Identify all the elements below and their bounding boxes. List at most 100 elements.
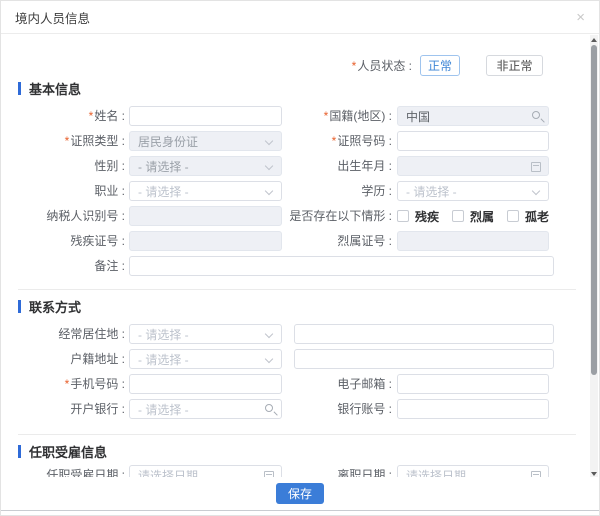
id-number-input-field[interactable] — [406, 134, 540, 148]
form-row: *手机号码 : 电子邮箱 : — [1, 374, 593, 399]
form-row: 开户银行 : - 请选择 - 银行账号 : — [1, 399, 593, 424]
section-bar — [18, 445, 21, 458]
section-employment-title: 任职受雇信息 — [29, 442, 107, 461]
form-row: 户籍地址 : - 请选择 - — [1, 349, 593, 374]
person-status-label: *人员状态 : — [352, 57, 412, 74]
section-employment: 任职受雇信息 — [1, 443, 593, 459]
residence-label: 经常居住地 : — [1, 324, 129, 344]
education-select[interactable]: - 请选择 - — [397, 181, 549, 201]
residence-detail-input[interactable] — [294, 324, 554, 344]
person-status-row: *人员状态 : 正常 非正常 — [1, 55, 593, 76]
martyr-cert-input — [397, 231, 549, 251]
household-select[interactable]: - 请选择 - — [129, 349, 282, 369]
disability-cert-label: 残疾证号 : — [1, 231, 129, 251]
mobile-input[interactable] — [129, 374, 282, 394]
household-detail-input[interactable] — [294, 349, 554, 369]
search-icon[interactable] — [532, 111, 540, 119]
checkbox-elderly[interactable]: 孤老 — [507, 208, 549, 225]
remarks-input-field[interactable] — [138, 259, 545, 273]
form-row: *证照类型 : 居民身份证 *证照号码 : — [1, 131, 593, 156]
special-situations-label: 是否存在以下情形 : — [282, 206, 397, 226]
name-label: *姓名 : — [1, 106, 129, 126]
id-type-label: *证照类型 : — [1, 131, 129, 151]
education-label: 学历 : — [282, 181, 397, 201]
calendar-icon — [531, 162, 541, 172]
residence-select[interactable]: - 请选择 - — [129, 324, 282, 344]
occupation-select[interactable]: - 请选择 - — [129, 181, 282, 201]
id-number-label: *证照号码 : — [282, 131, 397, 151]
section-bar — [18, 300, 21, 313]
required-marker: * — [352, 59, 357, 73]
chevron-down-icon — [265, 187, 273, 195]
section-contact: 联系方式 — [1, 298, 593, 314]
gender-select[interactable]: - 请选择 - — [129, 156, 282, 176]
mobile-input-field[interactable] — [138, 377, 273, 391]
form-row: 备注 : — [1, 256, 593, 281]
remarks-label: 备注 : — [1, 256, 129, 276]
chevron-down-icon — [265, 137, 273, 145]
email-input-field[interactable] — [406, 377, 540, 391]
bank-label: 开户银行 : — [1, 399, 129, 419]
email-input[interactable] — [397, 374, 549, 394]
form-row: 纳税人识别号 : 是否存在以下情形 : 残疾 烈属 孤老 — [1, 206, 593, 231]
bank-account-input[interactable] — [397, 399, 549, 419]
taxpayer-id-input — [129, 206, 282, 226]
form-row: 残疾证号 : 烈属证号 : — [1, 231, 593, 256]
id-number-input[interactable] — [397, 131, 549, 151]
residence-detail-field[interactable] — [303, 327, 545, 341]
occupation-label: 职业 : — [1, 181, 129, 201]
section-basic-title: 基本信息 — [29, 79, 81, 98]
chevron-down-icon — [532, 187, 540, 195]
form-row: *姓名 : *国籍(地区) : 中国 — [1, 106, 593, 131]
household-label: 户籍地址 : — [1, 349, 129, 369]
checkbox-martyr[interactable]: 烈属 — [452, 208, 494, 225]
name-input-field[interactable] — [138, 109, 273, 123]
checkbox-icon[interactable] — [507, 210, 519, 222]
status-abnormal-button[interactable]: 非正常 — [486, 55, 543, 76]
household-detail-field[interactable] — [303, 352, 545, 366]
remarks-input[interactable] — [129, 256, 554, 276]
nationality-field[interactable]: 中国 — [397, 106, 549, 126]
form-row: 性别 : - 请选择 - 出生年月 : — [1, 156, 593, 181]
chevron-down-icon — [265, 162, 273, 170]
domestic-personnel-dialog: 境内人员信息 × *人员状态 : 正常 非正常 基本信息 *姓名 : *国籍(地… — [0, 0, 600, 516]
bank-select[interactable]: - 请选择 - — [129, 399, 282, 419]
name-input[interactable] — [129, 106, 282, 126]
taxpayer-id-label: 纳税人识别号 : — [1, 206, 129, 226]
section-bar — [18, 82, 21, 95]
close-icon[interactable]: × — [576, 10, 585, 25]
dialog-titlebar: 境内人员信息 × — [1, 1, 599, 34]
dialog-bottom-border — [1, 510, 599, 511]
disability-cert-input — [129, 231, 282, 251]
scrollbar-thumb[interactable] — [591, 45, 597, 375]
scroll-down-icon[interactable] — [591, 472, 597, 476]
special-situations-group: 残疾 烈属 孤老 — [397, 206, 562, 226]
form-row: 职业 : - 请选择 - 学历 : - 请选择 - — [1, 181, 593, 206]
bank-account-field[interactable] — [406, 402, 540, 416]
dialog-body: *人员状态 : 正常 非正常 基本信息 *姓名 : *国籍(地区) : 中国 *… — [1, 35, 593, 479]
form-row: 经常居住地 : - 请选择 - — [1, 324, 593, 349]
email-label: 电子邮箱 : — [282, 374, 397, 394]
checkbox-icon[interactable] — [452, 210, 464, 222]
section-contact-title: 联系方式 — [29, 297, 81, 316]
section-basic-info: 基本信息 — [1, 80, 593, 96]
birth-label: 出生年月 : — [282, 156, 397, 176]
save-button[interactable]: 保存 — [276, 483, 324, 504]
nationality-label: *国籍(地区) : — [282, 106, 397, 126]
status-normal-button[interactable]: 正常 — [420, 55, 460, 76]
chevron-down-icon — [265, 355, 273, 363]
gender-label: 性别 : — [1, 156, 129, 176]
id-type-select[interactable]: 居民身份证 — [129, 131, 282, 151]
section-divider — [18, 289, 576, 290]
search-icon[interactable] — [265, 404, 273, 412]
birth-date-field[interactable] — [397, 156, 549, 176]
checkbox-disability[interactable]: 残疾 — [397, 208, 439, 225]
checkbox-icon[interactable] — [397, 210, 409, 222]
vertical-scrollbar[interactable] — [590, 35, 598, 479]
mobile-label: *手机号码 : — [1, 374, 129, 394]
chevron-down-icon — [265, 330, 273, 338]
dialog-title: 境内人员信息 — [15, 8, 90, 27]
scroll-up-icon[interactable] — [591, 38, 597, 42]
martyr-cert-label: 烈属证号 : — [282, 231, 397, 251]
bank-account-label: 银行账号 : — [282, 399, 397, 419]
